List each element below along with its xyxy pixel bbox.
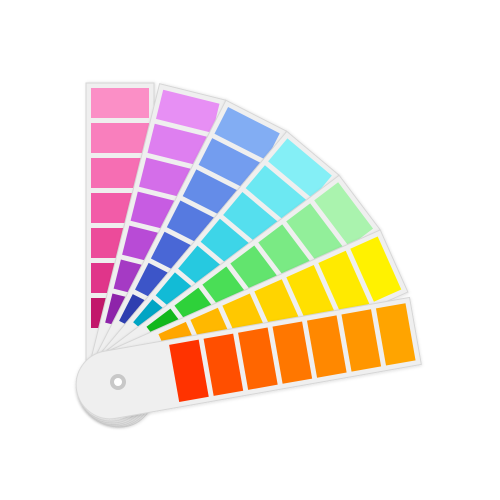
swatch-pivot — [110, 374, 126, 390]
color-chip — [91, 123, 149, 153]
pivot-hole — [114, 378, 122, 386]
color-chip — [91, 88, 149, 118]
swatch-fan-illustration — [0, 0, 500, 500]
